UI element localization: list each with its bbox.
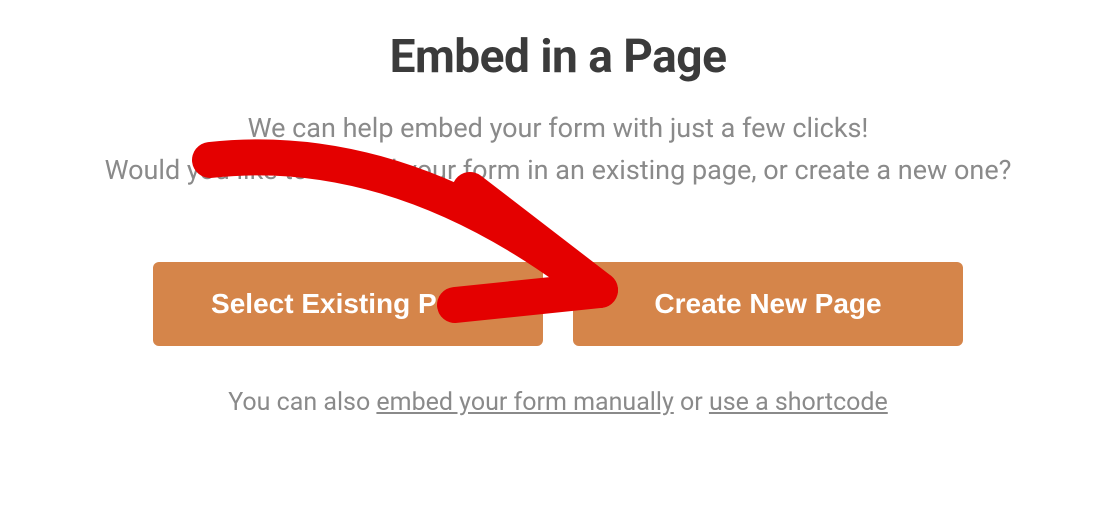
create-new-page-button[interactable]: Create New Page bbox=[573, 262, 963, 346]
select-existing-page-button[interactable]: Select Existing Page bbox=[153, 262, 543, 346]
embed-manually-link[interactable]: embed your form manually bbox=[376, 388, 673, 417]
button-row: Select Existing Page Create New Page bbox=[60, 262, 1056, 346]
description-line-2: Would you like to embed your form in an … bbox=[105, 154, 1012, 186]
description-line-1: We can help embed your form with just a … bbox=[248, 112, 869, 144]
footnote: You can also embed your form manually or… bbox=[60, 388, 1056, 417]
modal-description: We can help embed your form with just a … bbox=[60, 108, 1056, 192]
modal-title: Embed in a Page bbox=[60, 30, 1056, 84]
footnote-middle: or bbox=[674, 388, 709, 417]
embed-modal: Embed in a Page We can help embed your f… bbox=[0, 0, 1116, 417]
footnote-prefix: You can also bbox=[228, 388, 376, 417]
use-shortcode-link[interactable]: use a shortcode bbox=[709, 388, 888, 417]
